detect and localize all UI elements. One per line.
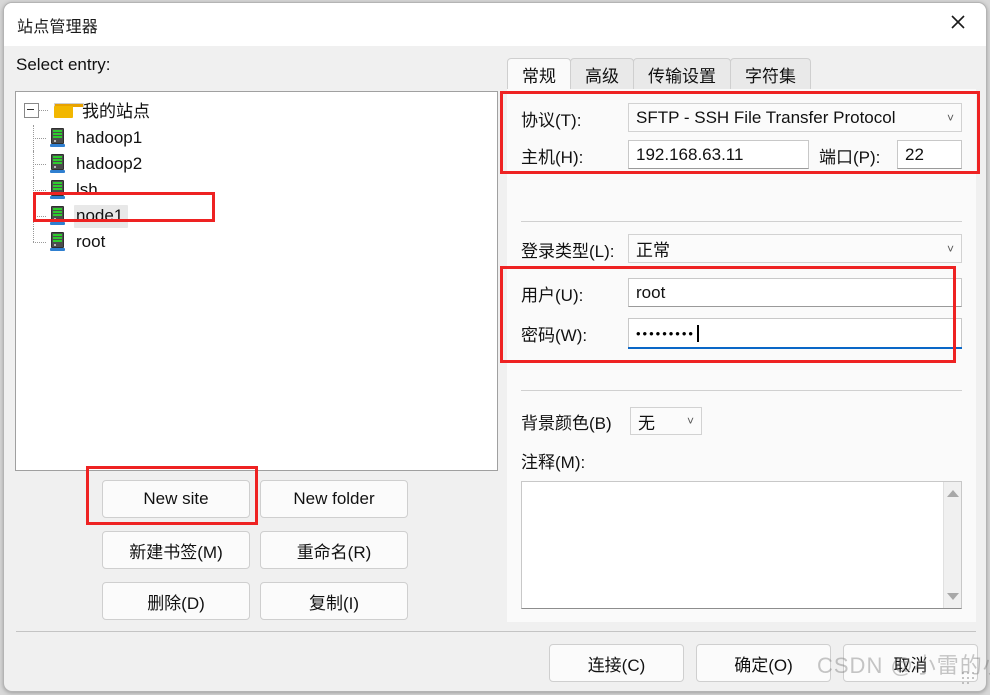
screen: 站点管理器 Select entry: 我的站点 hadoop1 hadoop2… (0, 0, 990, 695)
host-row: 主机(H): (521, 143, 628, 168)
user-value: root (636, 282, 666, 302)
rename-button[interactable]: 重命名(R) (260, 531, 408, 569)
user-input[interactable]: root (628, 278, 962, 307)
server-icon (50, 180, 65, 200)
logon-type-row: 登录类型(L): (521, 237, 628, 262)
new-folder-button[interactable]: New folder (260, 480, 408, 518)
protocol-row: 协议(T): (521, 106, 628, 131)
divider-1 (521, 221, 962, 222)
close-button[interactable] (936, 5, 980, 39)
tree-item-hadoop2[interactable]: hadoop2 (16, 151, 497, 177)
tab-advanced[interactable]: 高级 (570, 58, 634, 89)
comments-textarea[interactable] (521, 481, 962, 609)
tree-item-node1[interactable]: node1 (16, 203, 497, 229)
tree-item-label: root (76, 231, 106, 251)
logon-type-select[interactable]: 正常 ˅ (628, 234, 962, 263)
comments-scrollbar[interactable] (943, 482, 961, 608)
port-value: 22 (905, 144, 924, 164)
server-icon (50, 232, 65, 252)
user-label: 用户(U): (521, 286, 584, 305)
host-label: 主机(H): (521, 148, 584, 167)
user-row: 用户(U): (521, 281, 628, 306)
title-bar: 站点管理器 (4, 3, 986, 46)
tree-item-lsh[interactable]: lsh (16, 177, 497, 203)
host-input[interactable]: 192.168.63.11 (628, 140, 809, 169)
background-color-select[interactable]: 无 ˅ (630, 407, 702, 435)
chevron-down-icon: ˅ (946, 110, 954, 125)
protocol-label: 协议(T): (521, 111, 582, 130)
dialog-title: 站点管理器 (17, 19, 99, 36)
background-color-label: 背景颜色(B) (521, 414, 612, 433)
delete-button[interactable]: 删除(D) (102, 582, 250, 620)
port-label: 端口(P): (819, 148, 881, 167)
ok-button[interactable]: 确定(O) (696, 644, 831, 682)
text-caret (696, 324, 699, 342)
settings-tabs: 常规 高级 传输设置 字符集 (507, 58, 811, 89)
tab-transfer-settings[interactable]: 传输设置 (633, 58, 731, 89)
tree-item-label: 我的站点 (82, 102, 150, 121)
password-row: 密码(W): (521, 321, 628, 346)
comments-row: 注释(M): (521, 448, 585, 473)
password-focus-underline (628, 347, 962, 349)
server-icon (50, 154, 65, 174)
scroll-down-arrow-icon[interactable] (947, 593, 959, 600)
chevron-down-icon: ˅ (946, 241, 954, 256)
server-icon (50, 206, 65, 226)
scroll-up-arrow-icon[interactable] (947, 490, 959, 497)
background-color-value: 无 (638, 413, 655, 433)
protocol-value: SFTP - SSH File Transfer Protocol (636, 107, 896, 127)
select-entry-label: Select entry: (16, 55, 111, 74)
site-tree[interactable]: 我的站点 hadoop1 hadoop2 lsh node1 root (15, 91, 498, 471)
logon-type-label: 登录类型(L): (521, 242, 615, 261)
csdn-watermark: CSDN @小雷的小胡 (817, 653, 990, 678)
tree-item-label: hadoop1 (76, 127, 143, 147)
host-value: 192.168.63.11 (636, 144, 744, 164)
protocol-select[interactable]: SFTP - SSH File Transfer Protocol ˅ (628, 103, 962, 132)
tree-item-label: hadoop2 (76, 153, 143, 173)
password-value: ••••••••• (636, 325, 695, 341)
chevron-down-icon: ˅ (686, 414, 694, 428)
general-tab-panel: 协议(T): SFTP - SSH File Transfer Protocol… (507, 89, 976, 622)
logon-type-value: 正常 (636, 241, 670, 260)
background-color-row: 背景颜色(B) (521, 409, 612, 434)
new-bookmark-button[interactable]: 新建书签(M) (102, 531, 250, 569)
footer-divider (16, 631, 976, 632)
tree-item-label: lsh (76, 179, 98, 199)
close-icon (948, 12, 968, 32)
comments-label: 注释(M): (521, 453, 586, 472)
connect-button[interactable]: 连接(C) (549, 644, 684, 682)
port-input[interactable]: 22 (897, 140, 962, 169)
site-manager-dialog: 站点管理器 Select entry: 我的站点 hadoop1 hadoop2… (3, 2, 987, 692)
divider-2 (521, 390, 962, 391)
expander-collapse-icon[interactable] (24, 102, 39, 118)
tree-item-hadoop1[interactable]: hadoop1 (16, 125, 497, 151)
server-icon (50, 128, 65, 148)
folder-icon (54, 102, 84, 118)
new-site-button[interactable]: New site (102, 480, 250, 518)
tab-general[interactable]: 常规 (507, 58, 571, 89)
tree-item-label: node1 (74, 204, 129, 228)
tree-item-root[interactable]: root (16, 229, 497, 255)
duplicate-button[interactable]: 复制(I) (260, 582, 408, 620)
port-row: 端口(P): (819, 143, 880, 168)
tab-charset[interactable]: 字符集 (730, 58, 811, 89)
password-input[interactable]: ••••••••• (628, 318, 962, 347)
tree-item-my-sites[interactable]: 我的站点 (16, 97, 497, 123)
password-label: 密码(W): (521, 326, 588, 345)
